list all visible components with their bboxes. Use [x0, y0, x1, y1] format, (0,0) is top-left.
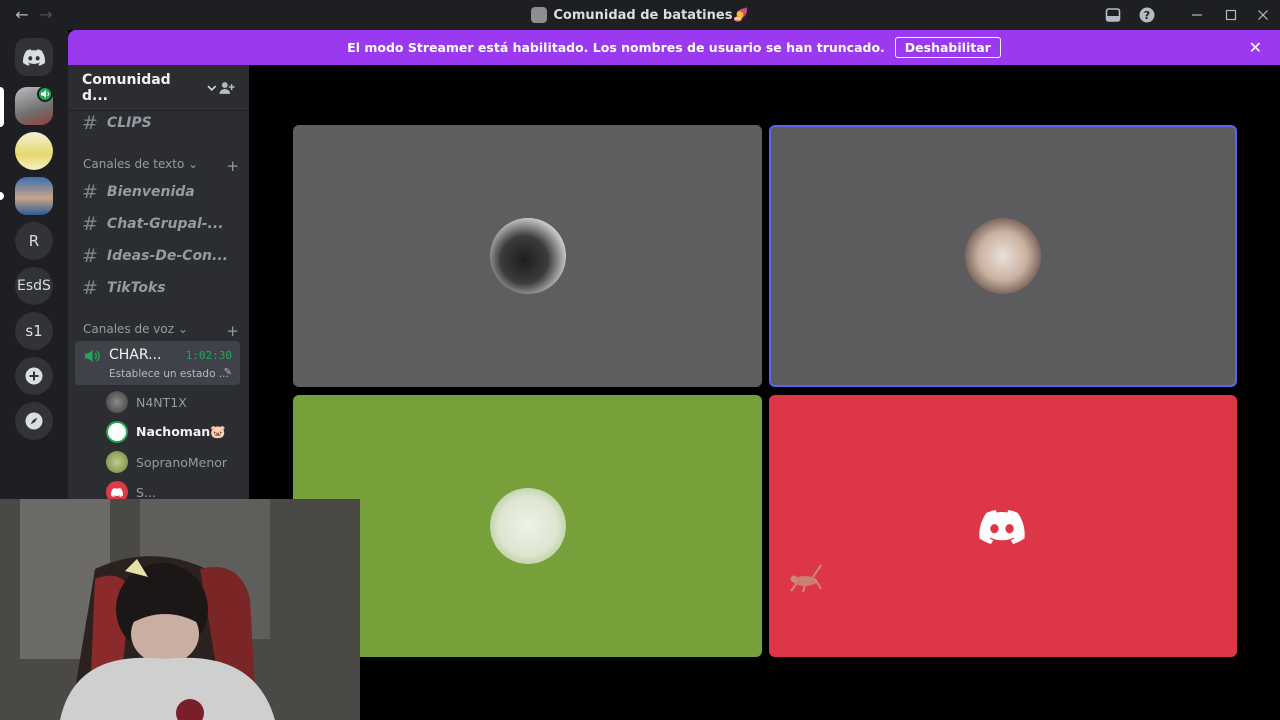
hash-icon: # [82, 213, 98, 235]
channel-ideas[interactable]: # Ideas-De-Con... [82, 245, 228, 267]
voice-channel-name: CHAR... [109, 347, 162, 363]
server-header[interactable]: Comunidad d... [68, 65, 249, 111]
close-banner-icon[interactable]: ✕ [1249, 38, 1262, 57]
video-tile-speaking[interactable] [769, 125, 1237, 387]
chevron-down-icon: ⌄ [188, 157, 199, 171]
arrow-right-icon[interactable]: → [36, 5, 56, 25]
channel-clips[interactable]: # CLIPS [82, 112, 152, 134]
add-channel-icon[interactable]: + [226, 322, 239, 340]
help-icon[interactable]: ? [1136, 4, 1158, 26]
hash-icon: # [82, 181, 98, 203]
category-voice-channels[interactable]: Canales de voz ⌄ + [83, 322, 239, 340]
explore-compass-icon[interactable] [15, 402, 53, 440]
webcam-overlay [0, 499, 360, 720]
server-icon-face[interactable] [15, 177, 53, 215]
server-name: Comunidad d... [82, 71, 171, 104]
hash-icon: # [82, 277, 98, 299]
invite-people-icon[interactable] [218, 79, 235, 97]
avatar [106, 481, 128, 500]
category-text-channels[interactable]: Canales de texto ⌄ + [83, 157, 239, 175]
video-tile[interactable] [293, 395, 762, 657]
add-server-icon[interactable] [15, 357, 53, 395]
channel-sidebar: Comunidad d... # CLIPS Canales de texto … [68, 65, 249, 500]
title-bar: ← → Comunidad de batatines🍠 ? [0, 0, 1280, 30]
participant-avatar [489, 218, 566, 294]
server-icon-esds[interactable]: EsdS [15, 267, 53, 305]
webcam-feed-image [0, 499, 360, 720]
avatar [106, 451, 128, 473]
server-icon-s1[interactable]: s1 [15, 312, 53, 350]
server-icon [531, 7, 548, 23]
disable-streamer-mode-button[interactable]: Deshabilitar [894, 37, 1001, 58]
speaker-icon [85, 350, 100, 362]
participant-avatar [489, 488, 566, 564]
voice-user[interactable]: S... [106, 481, 156, 500]
discord-logo-icon [111, 487, 123, 497]
close-window-icon[interactable] [1252, 4, 1274, 26]
voice-timer: 1:02:30 [185, 349, 232, 362]
hash-icon: # [82, 112, 98, 134]
pencil-icon[interactable]: ✎ [224, 367, 232, 378]
channel-tiktoks[interactable]: # TikToks [82, 277, 166, 299]
add-channel-icon[interactable]: + [226, 157, 239, 175]
video-tile[interactable] [293, 125, 762, 387]
channel-chat-grupal[interactable]: # Chat-Grupal-... [82, 213, 224, 235]
chevron-down-icon [207, 85, 217, 91]
chevron-down-icon: ⌄ [177, 322, 188, 336]
voice-call-stage [249, 65, 1280, 720]
avatar [106, 391, 128, 413]
voice-user[interactable]: SopranoMenor [106, 451, 227, 473]
video-tile[interactable] [769, 395, 1237, 657]
maximize-icon[interactable] [1220, 4, 1242, 26]
unread-indicator [0, 192, 4, 200]
set-status-prompt[interactable]: Establece un estado ... [109, 368, 229, 380]
discord-logo-icon [979, 510, 1025, 544]
avatar [106, 421, 128, 443]
window-title: Comunidad de batatines🍠 [0, 0, 1280, 30]
discord-home-icon[interactable] [15, 38, 53, 76]
minimize-icon[interactable] [1186, 4, 1208, 26]
channel-bienvenida[interactable]: # Bienvenida [82, 181, 195, 203]
svg-text:?: ? [1144, 9, 1150, 22]
arrow-left-icon[interactable]: ← [12, 5, 32, 25]
inbox-icon[interactable] [1102, 4, 1124, 26]
streamer-mode-message: El modo Streamer está habilitado. Los no… [347, 40, 885, 55]
server-icon-cartoon[interactable] [15, 132, 53, 170]
voice-channel-active[interactable]: CHAR... 1:02:30 Establece un estado ... … [75, 341, 240, 385]
cricket-sticker-icon [790, 564, 822, 593]
participant-avatar [965, 218, 1041, 294]
voice-active-icon [37, 86, 53, 102]
voice-user[interactable]: N4NT1X [106, 391, 187, 413]
selected-server-indicator [0, 87, 4, 127]
hash-icon: # [82, 245, 98, 267]
server-icon-r[interactable]: R [15, 222, 53, 260]
streamer-mode-banner: El modo Streamer está habilitado. Los no… [68, 30, 1280, 65]
voice-user[interactable]: Nachoman🐷 [106, 421, 226, 443]
